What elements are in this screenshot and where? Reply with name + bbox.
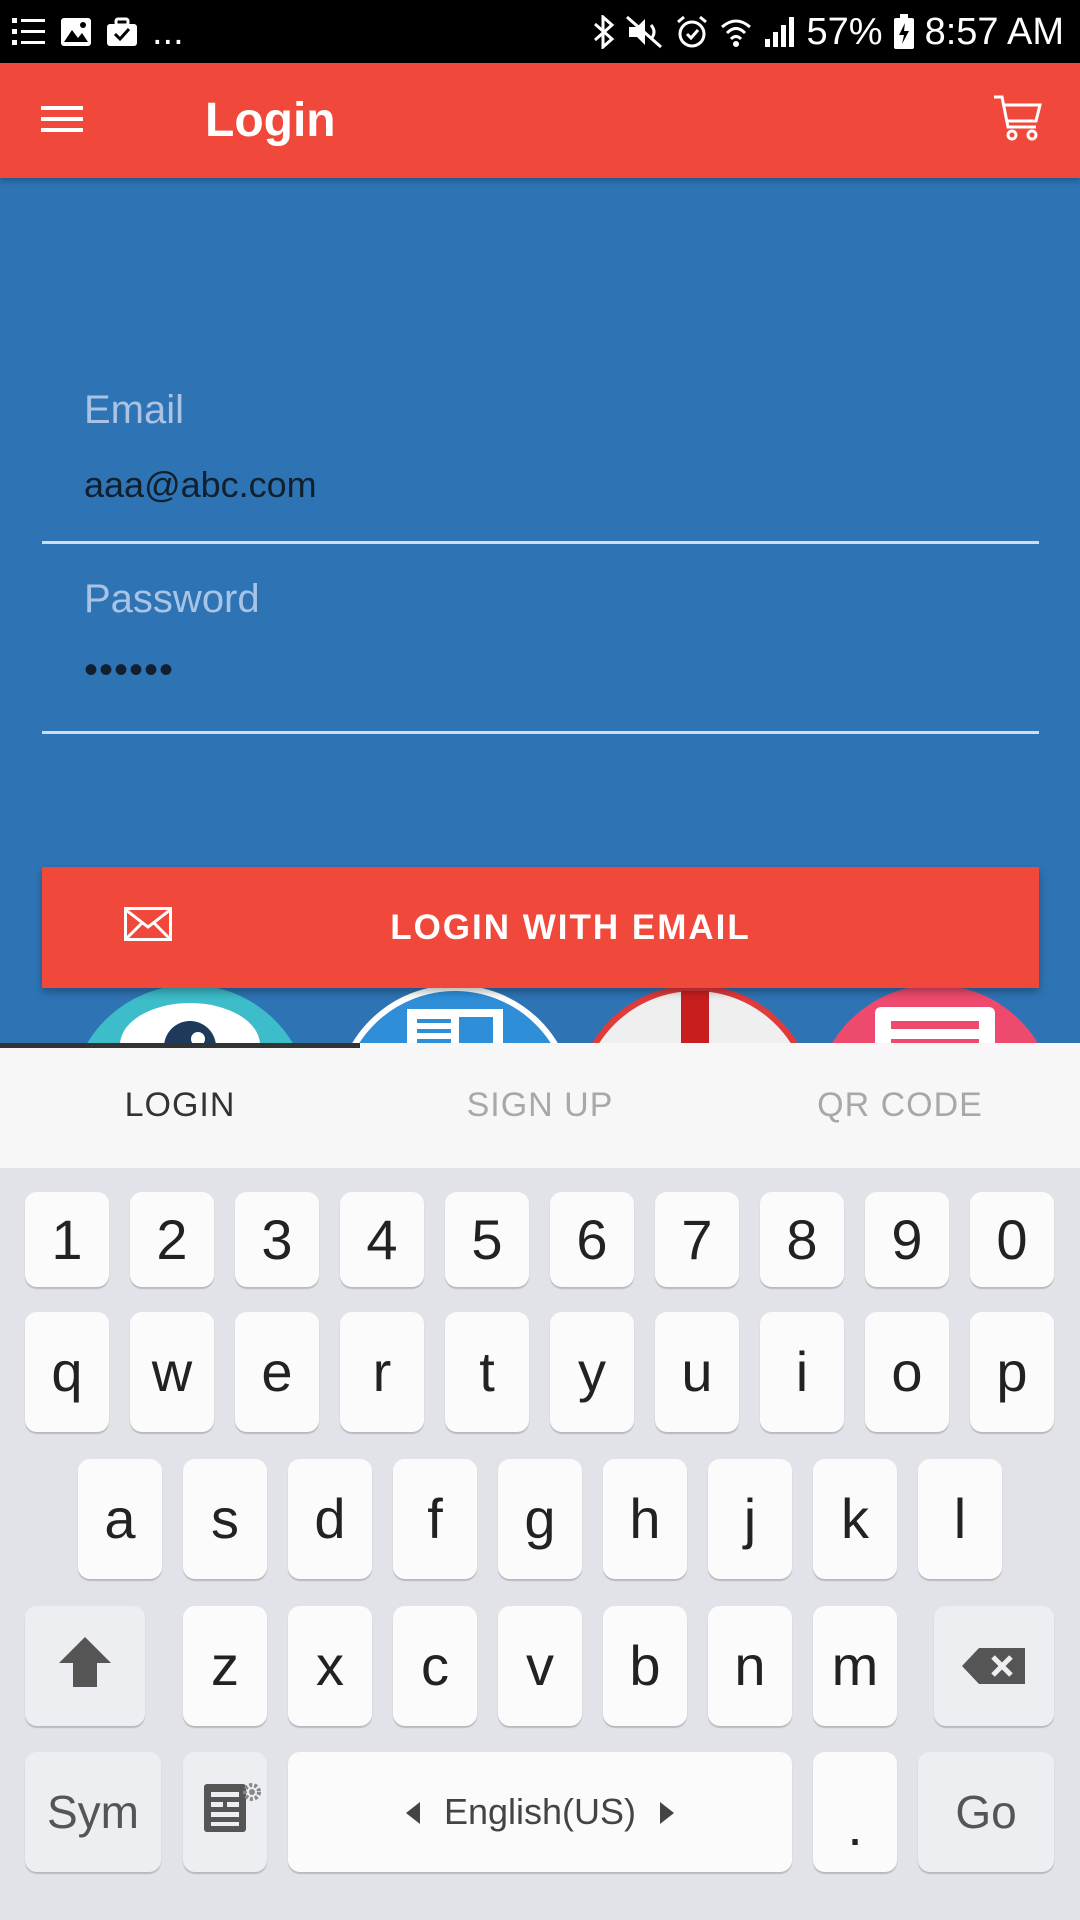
space-key[interactable]: English(US) (288, 1752, 792, 1872)
key-n[interactable]: n (708, 1606, 792, 1726)
backspace-icon (961, 1638, 1027, 1694)
shift-key[interactable] (25, 1606, 145, 1726)
key-0[interactable]: 0 (970, 1192, 1054, 1287)
bluetooth-icon (593, 15, 615, 49)
email-field[interactable]: aaa@abc.com (84, 463, 317, 507)
key-y[interactable]: y (550, 1312, 634, 1432)
key-m[interactable]: m (813, 1606, 897, 1726)
clock: 8:57 AM (924, 11, 1064, 53)
sym-key[interactable]: Sym (25, 1752, 161, 1872)
image-icon (60, 16, 92, 48)
chevron-right-icon (660, 1794, 675, 1830)
status-bar: ... 57% 8:57 AM (0, 0, 1080, 63)
key-t[interactable]: t (445, 1312, 529, 1432)
password-field[interactable]: •••••• (84, 648, 174, 692)
key-7[interactable]: 7 (655, 1192, 739, 1287)
battery-icon (893, 14, 915, 50)
key-o[interactable]: o (865, 1312, 949, 1432)
shift-arrow-icon (57, 1635, 113, 1698)
key-v[interactable]: v (498, 1606, 582, 1726)
period-key[interactable]: . (813, 1752, 897, 1872)
key-k[interactable]: k (813, 1459, 897, 1579)
login-with-email-button[interactable]: LOGIN WITH EMAIL (42, 867, 1039, 988)
key-6[interactable]: 6 (550, 1192, 634, 1287)
email-underline (42, 541, 1039, 544)
battery-percent: 57% (806, 11, 883, 53)
keyboard: 1 2 3 4 5 6 7 8 9 0 q w e r t y u i o p … (0, 1168, 1080, 1920)
key-r[interactable]: r (340, 1312, 424, 1432)
key-z[interactable]: z (183, 1606, 267, 1726)
key-u[interactable]: u (655, 1312, 739, 1432)
key-j[interactable]: j (708, 1459, 792, 1579)
go-key[interactable]: Go (918, 1752, 1054, 1872)
key-b[interactable]: b (603, 1606, 687, 1726)
signal-icon (763, 15, 797, 49)
key-x[interactable]: x (288, 1606, 372, 1726)
list-icon (12, 16, 46, 48)
app-bar: Login (0, 63, 1080, 178)
menu-button[interactable] (30, 93, 94, 149)
key-i[interactable]: i (760, 1312, 844, 1432)
key-l[interactable]: l (918, 1459, 1002, 1579)
key-4[interactable]: 4 (340, 1192, 424, 1287)
key-g[interactable]: g (498, 1459, 582, 1579)
password-label: Password (84, 577, 260, 621)
key-p[interactable]: p (970, 1312, 1054, 1432)
tab-sign-up[interactable]: SIGN UP (360, 1043, 720, 1168)
key-a[interactable]: a (78, 1459, 162, 1579)
email-label: Email (84, 388, 185, 432)
key-3[interactable]: 3 (235, 1192, 319, 1287)
notification-overflow: ... (152, 11, 184, 53)
briefcase-icon (106, 16, 138, 48)
key-8[interactable]: 8 (760, 1192, 844, 1287)
key-5[interactable]: 5 (445, 1192, 529, 1287)
tab-login[interactable]: LOGIN (0, 1043, 360, 1168)
key-h[interactable]: h (603, 1459, 687, 1579)
backspace-key[interactable] (934, 1606, 1054, 1726)
password-underline (42, 731, 1039, 734)
key-q[interactable]: q (25, 1312, 109, 1432)
cart-icon (992, 93, 1044, 148)
key-s[interactable]: s (183, 1459, 267, 1579)
keyboard-language: English(US) (443, 1791, 637, 1832)
wifi-icon (719, 15, 753, 49)
key-2[interactable]: 2 (130, 1192, 214, 1287)
login-button-label: LOGIN WITH EMAIL (390, 907, 751, 947)
key-c[interactable]: c (393, 1606, 477, 1726)
chevron-left-icon (405, 1794, 420, 1830)
key-f[interactable]: f (393, 1459, 477, 1579)
key-9[interactable]: 9 (865, 1192, 949, 1287)
key-d[interactable]: d (288, 1459, 372, 1579)
key-w[interactable]: w (130, 1312, 214, 1432)
page-title: Login (205, 94, 336, 147)
clipboard-key[interactable] (183, 1752, 267, 1872)
mute-icon (625, 15, 665, 49)
key-1[interactable]: 1 (25, 1192, 109, 1287)
alarm-icon (675, 15, 709, 49)
hamburger-icon (41, 103, 83, 140)
tab-qr-code[interactable]: QR CODE (720, 1043, 1080, 1168)
settings-gear-icon (241, 1756, 263, 1812)
cart-button[interactable] (986, 88, 1050, 152)
key-e[interactable]: e (235, 1312, 319, 1432)
tab-bar: LOGIN SIGN UP QR CODE (0, 1043, 1080, 1168)
